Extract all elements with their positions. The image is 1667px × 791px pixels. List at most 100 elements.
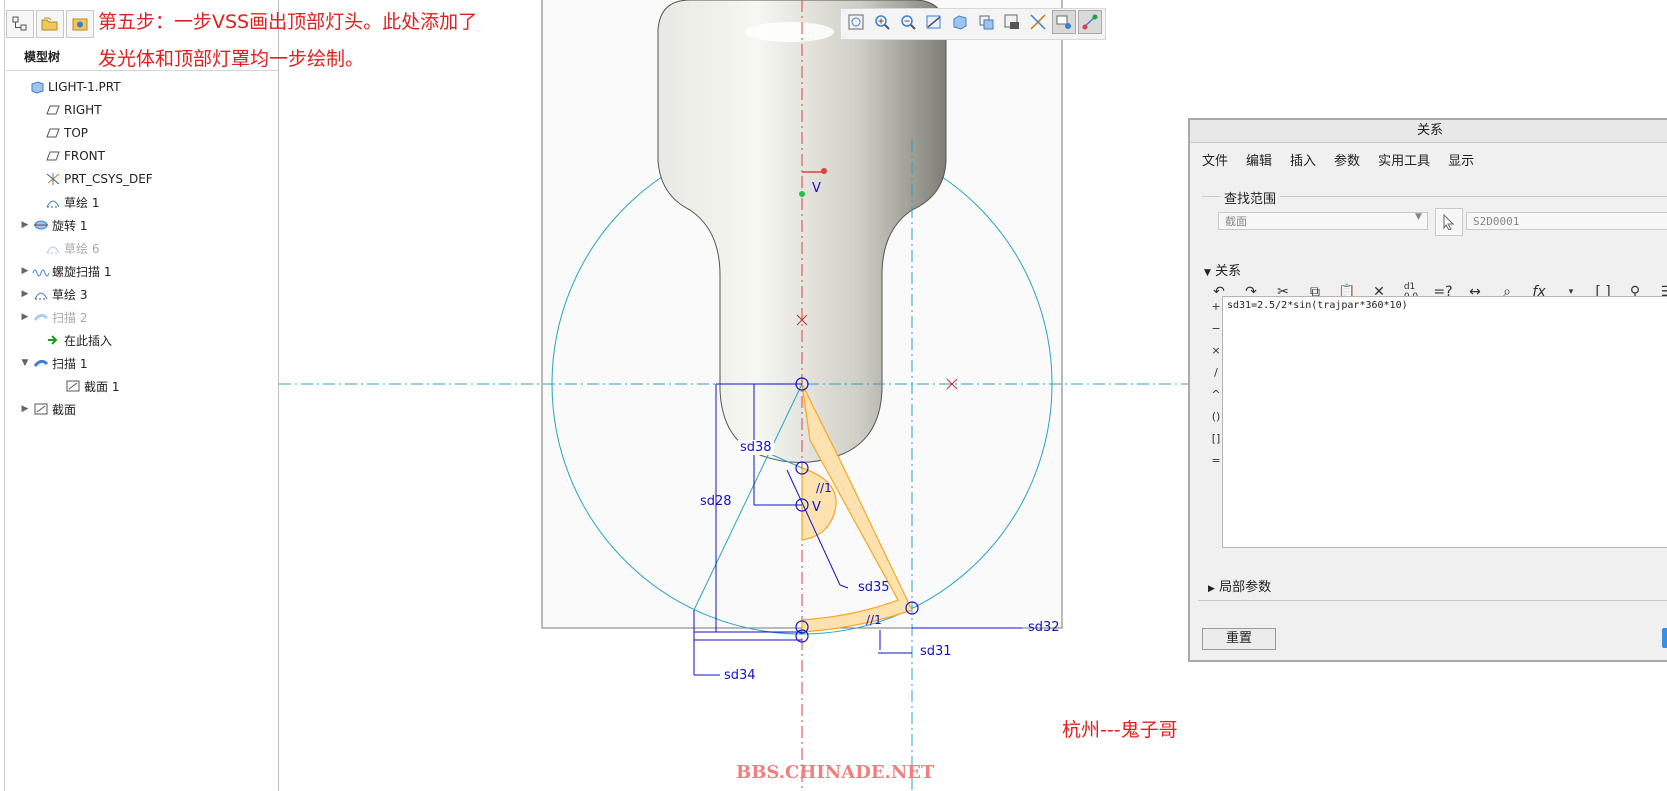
ok-button[interactable] [1662,628,1667,648]
tree-item[interactable]: FRONT [30,145,105,167]
favorites-tab-icon[interactable] [66,10,94,38]
tree-item-label: 草绘 6 [64,241,100,256]
revolve-icon [32,217,50,233]
tree-item-label: 旋转 1 [52,218,88,233]
chevron-down-icon[interactable]: ▼ [18,358,32,368]
select-pointer-button[interactable] [1435,208,1463,236]
tree-item[interactable]: LIGHT-1.PRT [14,76,121,98]
tree-item-label: RIGHT [64,103,102,117]
sweep-icon [32,309,50,325]
chevron-right-icon[interactable]: ▶ [18,289,32,299]
saved-views-icon[interactable] [974,10,998,34]
tree-item[interactable]: ▶ 截面 [18,398,76,420]
model-tree-tab-icon[interactable] [6,10,34,38]
tree-item[interactable]: ▶ 草绘 3 [18,283,88,305]
tree-item-label: 草绘 3 [52,287,88,302]
menu-insert[interactable]: 插入 [1290,150,1316,169]
relations-editor[interactable]: sd31=2.5/2*sin(trajpar*360*10) [1222,296,1667,548]
tree-item[interactable]: ▶ 旋转 1 [18,214,88,236]
dimension-sd32[interactable]: sd32 [1028,620,1060,635]
local-parameters-label: 局部参数 [1219,580,1272,595]
display-style-icon[interactable] [948,10,972,34]
chevron-down-icon[interactable]: ▼ [1415,212,1422,222]
operator-plus[interactable]: + [1210,300,1222,313]
tree-item-label: 螺旋扫描 1 [52,264,112,279]
tree-item-label: 扫描 2 [52,310,88,325]
refit-icon[interactable] [844,10,868,34]
datum-plane-icon [44,148,62,164]
operator-brackets[interactable]: [] [1210,432,1222,445]
vertex-label-top: V [812,181,821,196]
tree-item[interactable]: 截面 1 [50,375,119,397]
site-watermark: BBS.CHINADE.NET [736,762,935,783]
chevron-right-icon[interactable]: ▶ [18,220,32,230]
reset-button[interactable]: 重置 [1202,628,1276,650]
insert-here-icon [44,332,62,348]
repaint-icon[interactable] [922,10,946,34]
tree-item-label: LIGHT-1.PRT [48,80,121,94]
operator-column: + − × / ^ () [] = [1210,300,1222,467]
view-manager-icon[interactable] [1000,10,1024,34]
tree-item-label: 扫描 1 [52,356,88,371]
menu-file[interactable]: 文件 [1202,150,1228,169]
datum-plane-icon [44,125,62,141]
chevron-right-icon[interactable]: ▶ [18,266,32,276]
tree-item-label: 截面 [52,402,77,417]
tree-item-label: 截面 1 [84,379,120,394]
model-tree-tab-label[interactable]: 模型树 [24,48,60,65]
operator-power[interactable]: ^ [1210,388,1222,401]
folder-browser-tab-icon[interactable] [36,10,64,38]
operator-divide[interactable]: / [1210,366,1222,379]
model-tree-panel: 模型树 LIGHT-1.PRT RIGHT TOP FRONT PRT_CSYS_DEF… [0,0,477,791]
tree-item[interactable]: ▼ 扫描 1 [18,352,88,374]
relations-dialog: 关系 文件 编辑 插入 参数 实用工具 显示 查找范围 截面 ▼ S2D0001… [1188,118,1667,662]
tree-item[interactable]: RIGHT [30,99,102,121]
dimension-sd31[interactable]: sd31 [920,644,952,659]
author-credit: 杭州---鬼子哥 [1062,719,1178,741]
tree-item[interactable]: TOP [30,122,88,144]
menu-parameters[interactable]: 参数 [1334,150,1360,169]
sketch-display-icon[interactable] [1078,10,1102,34]
tree-item-label: FRONT [64,149,105,163]
menu-show[interactable]: 显示 [1448,150,1474,169]
dialog-title: 关系 [1190,120,1667,143]
dimension-sd34[interactable]: sd34 [724,668,756,683]
section-icon [64,378,82,394]
relations-section-label: 关系 [1215,264,1242,279]
operator-minus[interactable]: − [1210,322,1222,335]
tree-item[interactable]: 草绘 6 [30,237,99,259]
scope-value-field[interactable]: S2D0001 [1466,212,1667,230]
operator-equals[interactable]: = [1210,454,1222,467]
view-toolbar [840,8,1106,40]
dimension-sd38[interactable]: sd38 [738,440,774,455]
operator-parentheses[interactable]: () [1210,410,1222,423]
zoom-in-icon[interactable] [870,10,894,34]
menu-utilities[interactable]: 实用工具 [1378,150,1430,169]
dimension-sd28[interactable]: sd28 [700,494,732,509]
vertex-label-mid: V [812,500,821,515]
csys-icon [44,171,62,187]
highlight [746,22,834,42]
annotation-display-icon[interactable] [1052,10,1076,34]
local-parameters-toggle[interactable]: ▶ 局部参数 [1208,576,1271,595]
tree-item[interactable]: ▶ 扫描 2 [18,306,88,328]
tree-item-label: 在此插入 [64,333,113,348]
tree-item[interactable]: 在此插入 [30,329,112,351]
datum-display-icon[interactable] [1026,10,1050,34]
tree-item[interactable]: 草绘 1 [30,191,99,213]
sketch-icon [32,286,50,302]
relations-section-toggle[interactable]: ▼ 关系 [1204,260,1241,279]
menu-edit[interactable]: 编辑 [1246,150,1272,169]
tree-item[interactable]: ▶ 螺旋扫描 1 [18,260,112,282]
scope-type-select[interactable]: 截面 [1218,212,1428,230]
tree-item-label: TOP [64,126,89,140]
chevron-right-icon: ▶ [1208,584,1215,594]
chevron-right-icon[interactable]: ▶ [18,312,32,322]
chevron-down-icon: ▼ [1204,268,1211,278]
dimension-sd35[interactable]: sd35 [858,580,890,595]
chevron-right-icon[interactable]: ▶ [18,404,32,414]
zoom-out-icon[interactable] [896,10,920,34]
operator-multiply[interactable]: × [1210,344,1222,357]
lookup-scope-label: 查找范围 [1220,188,1281,207]
tree-item[interactable]: PRT_CSYS_DEF [30,168,153,190]
